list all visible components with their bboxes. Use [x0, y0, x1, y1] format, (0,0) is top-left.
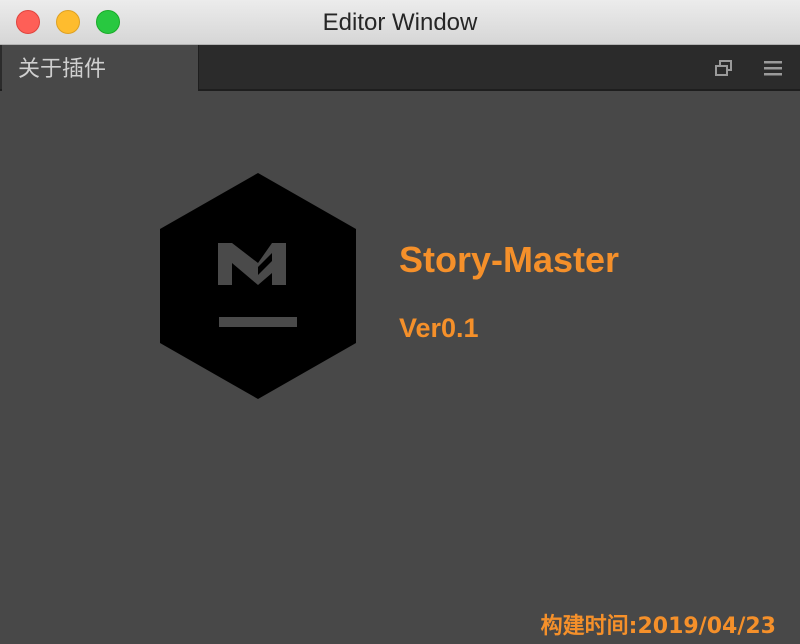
window-title: Editor Window: [322, 9, 478, 36]
tab-about-plugin[interactable]: 关于插件: [2, 45, 199, 91]
plugin-name: Story-Master: [399, 239, 620, 280]
hamburger-menu-icon[interactable]: [763, 59, 783, 77]
editor-window: Editor Window 关于插件 Story-Master Ver0.1 构…: [0, 0, 800, 644]
tab-label: 关于插件: [18, 57, 107, 82]
story-master-logo-icon: [158, 171, 358, 401]
restore-window-icon[interactable]: [714, 59, 734, 77]
tab-strip: 关于插件: [0, 45, 800, 91]
title-bar[interactable]: Editor Window: [0, 0, 800, 45]
build-time: 构建时间:2019/04/23: [540, 614, 776, 639]
about-panel: Story-Master Ver0.1 构建时间:2019/04/23: [0, 91, 800, 644]
plugin-version: Ver0.1: [399, 313, 479, 343]
